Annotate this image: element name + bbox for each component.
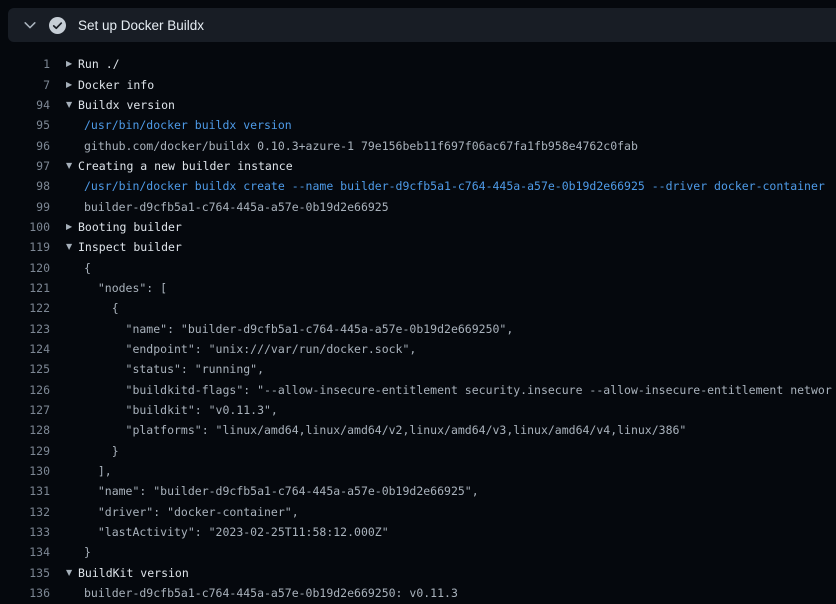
log-row[interactable]: 7 ▶ Docker info [0, 74, 836, 94]
line-number[interactable]: 136 [0, 586, 50, 600]
line-number[interactable]: 94 [0, 98, 50, 112]
line-number[interactable]: 131 [0, 484, 50, 498]
line-number[interactable]: 7 [0, 78, 50, 92]
chevron-right-icon[interactable]: ▶ [66, 60, 78, 68]
line-number[interactable]: 122 [0, 301, 50, 315]
line-text: { [78, 261, 836, 275]
line-number[interactable]: 125 [0, 362, 50, 376]
log-row: 136 builder-d9cfb5a1-c764-445a-a57e-0b19… [0, 583, 836, 603]
line-text: github.com/docker/buildx 0.10.3+azure-1 … [78, 139, 836, 153]
log-row[interactable]: 97 ▼ Creating a new builder instance [0, 156, 836, 176]
log-row: 96 github.com/docker/buildx 0.10.3+azure… [0, 135, 836, 155]
log-row[interactable]: 94 ▼ Buildx version [0, 95, 836, 115]
line-text: builder-d9cfb5a1-c764-445a-a57e-0b19d2e6… [78, 586, 836, 600]
log-row: 130 ], [0, 461, 836, 481]
line-text: /usr/bin/docker buildx create --name bui… [78, 179, 836, 193]
log-row: 128 "platforms": "linux/amd64,linux/amd6… [0, 420, 836, 440]
log-row[interactable]: 135 ▼ BuildKit version [0, 563, 836, 583]
line-text: "status": "running", [78, 362, 836, 376]
group-title[interactable]: Booting builder [78, 220, 836, 234]
log-lines: 1 ▶ Run ./ 7 ▶ Docker info 94 ▼ Buildx v… [0, 44, 836, 604]
check-circle-icon [49, 17, 66, 34]
chevron-right-icon[interactable]: ▶ [66, 223, 78, 231]
log-row: 129 } [0, 441, 836, 461]
line-text: "buildkit": "v0.11.3", [78, 403, 836, 417]
line-text: "buildkitd-flags": "--allow-insecure-ent… [78, 383, 836, 397]
line-text: /usr/bin/docker buildx version [78, 118, 836, 132]
line-number[interactable]: 132 [0, 505, 50, 519]
line-text: "lastActivity": "2023-02-25T11:58:12.000… [78, 525, 836, 539]
line-text: "name": "builder-d9cfb5a1-c764-445a-a57e… [78, 322, 836, 336]
line-number[interactable]: 129 [0, 444, 50, 458]
group-title[interactable]: Buildx version [78, 98, 836, 112]
group-title[interactable]: Run ./ [78, 57, 836, 71]
group-title[interactable]: Docker info [78, 78, 836, 92]
line-text: ], [78, 464, 836, 478]
chevron-down-icon[interactable]: ▼ [66, 162, 78, 170]
line-number[interactable]: 124 [0, 342, 50, 356]
log-row: 131 "name": "builder-d9cfb5a1-c764-445a-… [0, 481, 836, 501]
line-text: "nodes": [ [78, 281, 836, 295]
log-row: 121 "nodes": [ [0, 278, 836, 298]
log-row: 95 /usr/bin/docker buildx version [0, 115, 836, 135]
line-number[interactable]: 95 [0, 118, 50, 132]
chevron-down-icon[interactable]: ▼ [66, 101, 78, 109]
group-title[interactable]: Creating a new builder instance [78, 159, 836, 173]
log-row: 126 "buildkitd-flags": "--allow-insecure… [0, 380, 836, 400]
log-row[interactable]: 119 ▼ Inspect builder [0, 237, 836, 257]
log-row: 99 builder-d9cfb5a1-c764-445a-a57e-0b19d… [0, 196, 836, 216]
log-row[interactable]: 100 ▶ Booting builder [0, 217, 836, 237]
group-title[interactable]: BuildKit version [78, 566, 836, 580]
log-row: 125 "status": "running", [0, 359, 836, 379]
line-text: "driver": "docker-container", [78, 505, 836, 519]
log-row: 134 } [0, 542, 836, 562]
line-number[interactable]: 128 [0, 423, 50, 437]
line-number[interactable]: 123 [0, 322, 50, 336]
line-number[interactable]: 99 [0, 200, 50, 214]
log-row: 123 "name": "builder-d9cfb5a1-c764-445a-… [0, 318, 836, 338]
line-number[interactable]: 133 [0, 525, 50, 539]
line-text: } [78, 444, 836, 458]
log-row: 127 "buildkit": "v0.11.3", [0, 400, 836, 420]
line-text: "name": "builder-d9cfb5a1-c764-445a-a57e… [78, 484, 836, 498]
log-row[interactable]: 1 ▶ Run ./ [0, 54, 836, 74]
line-text: } [78, 545, 836, 559]
workflow-log-viewer: Set up Docker Buildx 1 ▶ Run ./ 7 ▶ Dock… [0, 0, 836, 604]
line-number[interactable]: 1 [0, 57, 50, 71]
log-row: 120 { [0, 257, 836, 277]
chevron-down-icon[interactable]: ▼ [66, 243, 78, 251]
line-number[interactable]: 126 [0, 383, 50, 397]
line-number[interactable]: 134 [0, 545, 50, 559]
line-text: builder-d9cfb5a1-c764-445a-a57e-0b19d2e6… [78, 200, 836, 214]
step-title: Set up Docker Buildx [78, 18, 204, 33]
step-header[interactable]: Set up Docker Buildx [8, 8, 836, 42]
line-number[interactable]: 135 [0, 566, 50, 580]
line-number[interactable]: 127 [0, 403, 50, 417]
log-row: 133 "lastActivity": "2023-02-25T11:58:12… [0, 522, 836, 542]
chevron-right-icon[interactable]: ▶ [66, 81, 78, 89]
group-title[interactable]: Inspect builder [78, 240, 836, 254]
line-number[interactable]: 121 [0, 281, 50, 295]
line-number[interactable]: 100 [0, 220, 50, 234]
line-text: "endpoint": "unix:///var/run/docker.sock… [78, 342, 836, 356]
line-number[interactable]: 130 [0, 464, 50, 478]
line-number[interactable]: 96 [0, 139, 50, 153]
line-number[interactable]: 119 [0, 240, 50, 254]
log-row: 124 "endpoint": "unix:///var/run/docker.… [0, 339, 836, 359]
chevron-down-icon[interactable]: ▼ [66, 569, 78, 577]
log-row: 132 "driver": "docker-container", [0, 502, 836, 522]
chevron-down-icon[interactable] [22, 17, 38, 33]
line-text: "platforms": "linux/amd64,linux/amd64/v2… [78, 423, 836, 437]
log-row: 98 /usr/bin/docker buildx create --name … [0, 176, 836, 196]
line-text: { [78, 301, 836, 315]
line-number[interactable]: 98 [0, 179, 50, 193]
line-number[interactable]: 120 [0, 261, 50, 275]
line-number[interactable]: 97 [0, 159, 50, 173]
log-row: 122 { [0, 298, 836, 318]
